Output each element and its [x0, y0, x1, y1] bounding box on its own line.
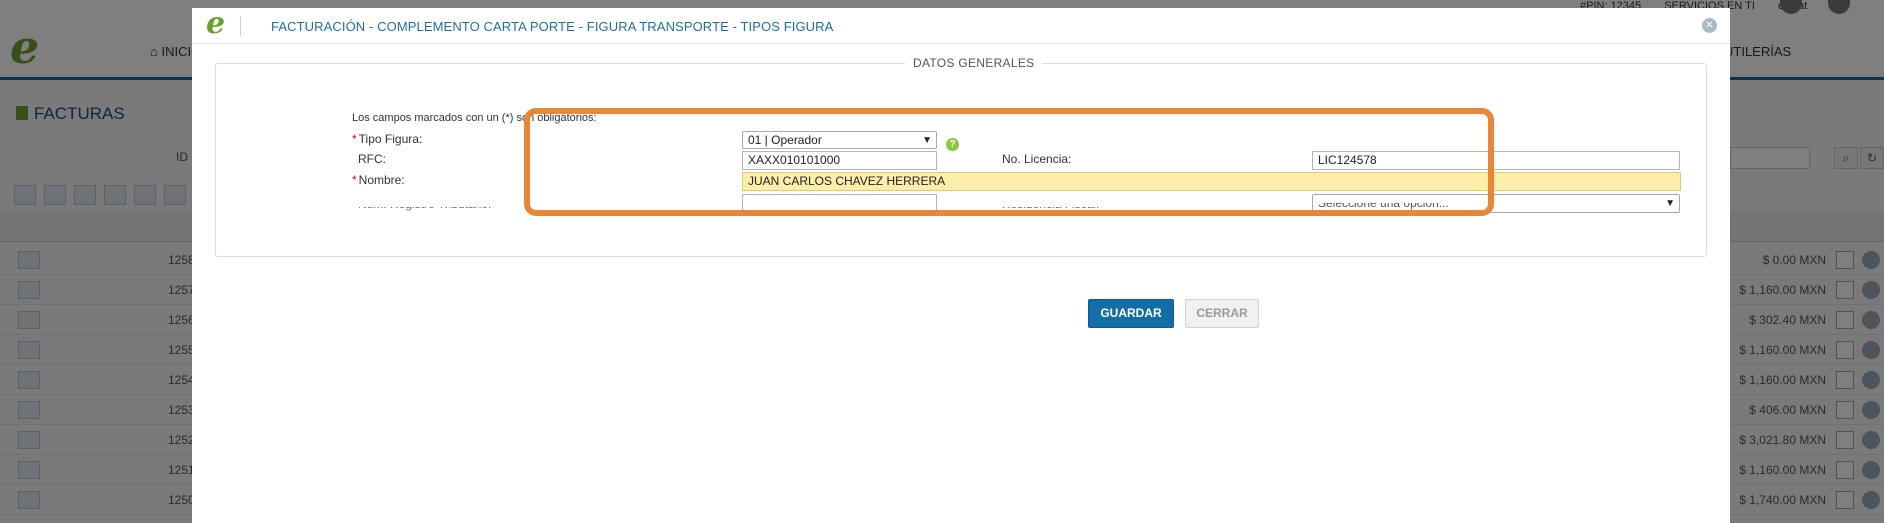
rfc-label: RFC:: [358, 152, 386, 166]
annotation-highlight: [524, 108, 1494, 216]
modal-header: e FACTURACIÓN - COMPLEMENTO CARTA PORTE …: [192, 6, 1730, 44]
cerrar-button[interactable]: CERRAR: [1185, 299, 1259, 328]
nombre-label: * Nombre:: [352, 173, 405, 187]
modal-title: FACTURACIÓN - COMPLEMENTO CARTA PORTE - …: [271, 19, 834, 34]
modal-logo: e: [206, 6, 226, 41]
tipo-figura-label: * Tipo Figura:: [352, 132, 423, 146]
section-legend: DATOS GENERALES: [905, 56, 1043, 70]
guardar-button[interactable]: GUARDAR: [1088, 299, 1174, 328]
required-asterisk: *: [352, 132, 357, 146]
chevron-down-icon: ▼: [1665, 198, 1675, 209]
modal-dialog: e FACTURACIÓN - COMPLEMENTO CARTA PORTE …: [192, 6, 1730, 523]
header-divider: [240, 16, 241, 36]
close-icon[interactable]: ✕: [1702, 18, 1717, 33]
required-asterisk: *: [352, 173, 357, 187]
